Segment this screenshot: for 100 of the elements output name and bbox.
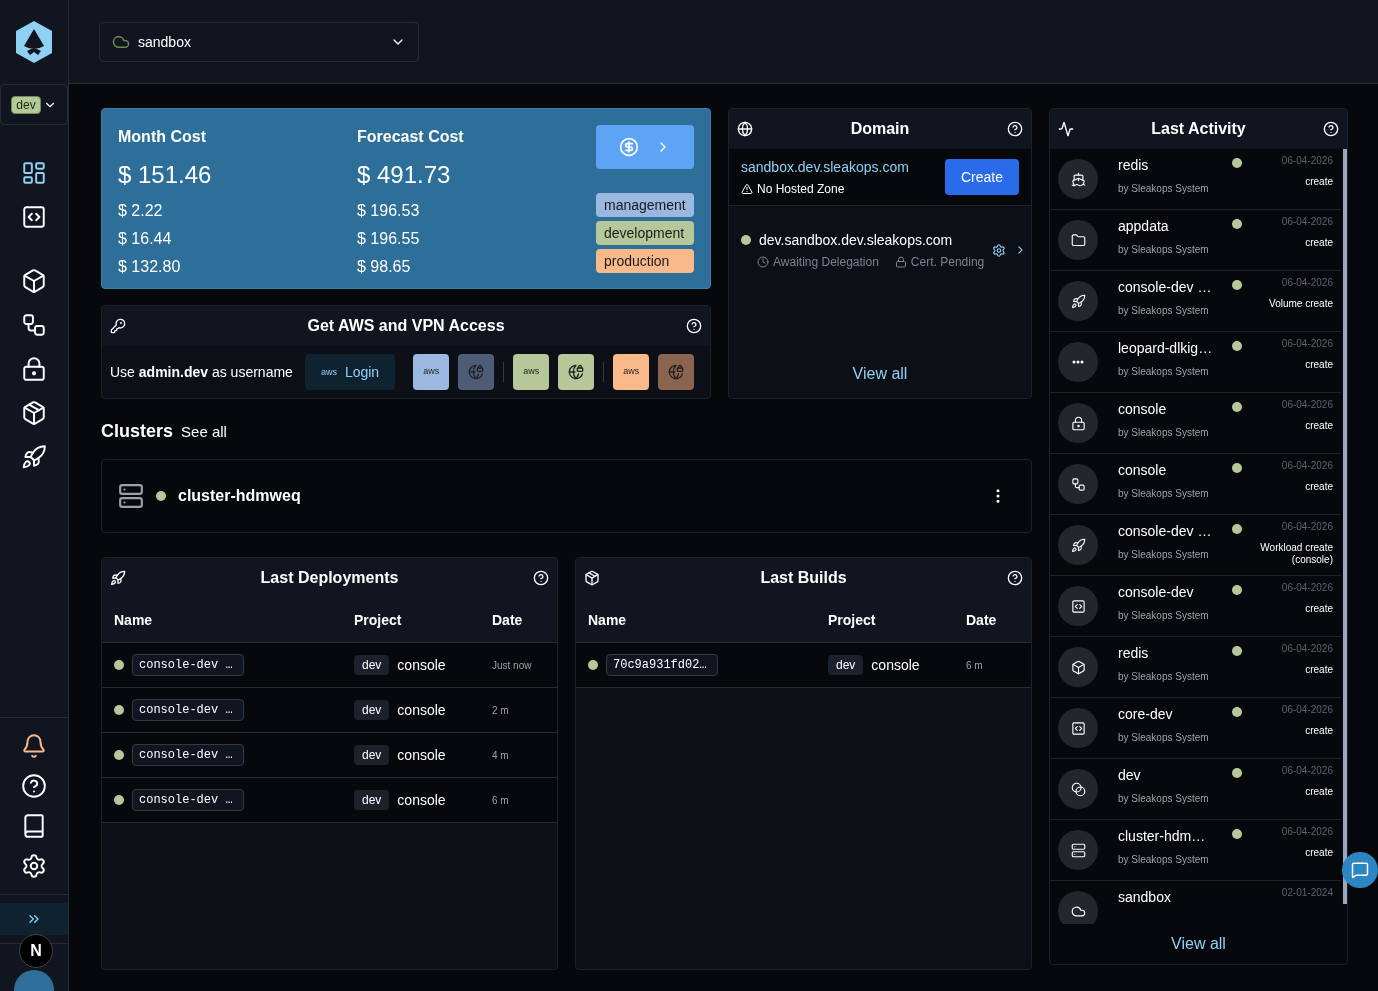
help-icon[interactable] — [1323, 121, 1339, 137]
activity-action: Volume create — [1269, 297, 1333, 310]
cost-label: Forecast Cost — [357, 127, 465, 147]
table-row[interactable]: console-dev … dev console 4 m — [102, 733, 557, 778]
warning-icon — [741, 183, 753, 195]
activity-item[interactable]: console-dev … by Sleakops System 06-04-2026 Volume create — [1050, 271, 1341, 332]
activity-item[interactable]: redis by Sleakops System 06-04-2026 create — [1050, 637, 1341, 698]
activity-date: 06-04-2026 — [1281, 765, 1333, 778]
activity-action: create — [1305, 663, 1333, 676]
activity-date: 06-04-2026 — [1281, 155, 1333, 168]
activity-author: by Sleakops System — [1118, 732, 1210, 745]
cost-value: $ 196.55 — [357, 229, 421, 249]
create-button[interactable]: Create — [944, 159, 1019, 195]
activity-item[interactable]: console-dev … by Sleakops System 06-04-2026 Workload create (console) — [1050, 515, 1341, 576]
panel-title: Last Activity — [1151, 119, 1246, 139]
activity-name: console — [1118, 461, 1168, 480]
activity-item[interactable]: console-dev by Sleakops System 06-04-2026 create — [1050, 576, 1341, 637]
rocket-icon — [110, 570, 126, 586]
rocket-icon — [1070, 293, 1086, 309]
cost-label: Month Cost — [118, 127, 207, 147]
table-row[interactable]: console-dev … dev console Just now — [102, 643, 557, 688]
view-all-link[interactable]: View all — [1171, 924, 1226, 964]
activity-item[interactable]: sandbox 02-01-2024 — [1050, 881, 1341, 924]
cloud-icon — [1070, 903, 1086, 919]
activity-item[interactable]: redis by Sleakops System 06-04-2026 create — [1050, 149, 1341, 210]
cluster-card[interactable]: cluster-hdmweq — [101, 459, 1032, 533]
dev-badge[interactable]: N — [19, 934, 53, 968]
activity-item[interactable]: console by Sleakops System 06-04-2026 create — [1050, 393, 1341, 454]
see-all-link[interactable]: See all — [181, 421, 227, 444]
column-header: Date — [966, 611, 998, 630]
activity-action: create — [1305, 236, 1333, 249]
activity-item[interactable]: dev by Sleakops System 06-04-2026 create — [1050, 759, 1341, 820]
cost-value: $ 2.22 — [118, 201, 164, 221]
activity-author: by Sleakops System — [1118, 305, 1210, 318]
activity-item[interactable]: leopard-dlkig… by Sleakops System 06-04-2026 create — [1050, 332, 1341, 393]
activity-item[interactable]: console by Sleakops System 06-04-2026 create — [1050, 454, 1341, 515]
activity-action: create — [1305, 480, 1333, 493]
cluster-name: cluster-hdmweq — [178, 486, 302, 506]
activity-author: by Sleakops System — [1118, 366, 1210, 379]
environment-tag: dev — [354, 790, 390, 810]
cost-total: $ 151.46 — [118, 160, 213, 190]
environment-tag: management — [596, 193, 694, 217]
environment-tag: dev — [354, 655, 390, 675]
activity-icon — [1058, 121, 1074, 137]
aws-console-button[interactable]: aws — [513, 354, 550, 390]
resource-name: 70c9a931fd02… — [606, 654, 718, 676]
cost-value: $ 132.80 — [118, 257, 182, 277]
project-name: console — [871, 656, 920, 675]
workflow-icon — [1070, 476, 1086, 492]
aws-console-button[interactable]: aws — [613, 354, 650, 390]
login-button[interactable]: aws Login — [304, 354, 396, 390]
help-icon[interactable] — [686, 318, 702, 334]
activity-name: console — [1118, 400, 1168, 419]
table-row[interactable]: 70c9a931fd02… dev console 6 m — [576, 643, 1031, 688]
environment-selector[interactable]: dev — [0, 84, 68, 125]
activity-name: core-dev — [1118, 705, 1174, 724]
settings-icon[interactable] — [992, 242, 1007, 258]
dashboard-icon — [21, 160, 47, 186]
activity-date: 06-04-2026 — [1281, 643, 1333, 656]
view-all-link[interactable]: View all — [852, 362, 908, 386]
help-icon[interactable] — [1007, 570, 1023, 586]
globe-icon — [737, 121, 753, 137]
activity-date: 06-04-2026 — [1281, 277, 1333, 290]
chat-button[interactable] — [1342, 852, 1378, 888]
column-header: Project — [828, 611, 877, 630]
package-icon — [584, 570, 600, 586]
help-icon[interactable] — [1007, 121, 1023, 137]
code-icon — [21, 204, 47, 230]
delegation-status: Awaiting Delegation — [773, 254, 879, 270]
cube-icon — [1070, 659, 1086, 675]
table-row[interactable]: console-dev … dev console 6 m — [102, 778, 557, 823]
environment-tag: dev — [354, 745, 390, 765]
activity-item[interactable]: core-dev by Sleakops System 06-04-2026 create — [1050, 698, 1341, 759]
account-selector[interactable]: sandbox — [99, 21, 419, 62]
activity-author: by Sleakops System — [1118, 610, 1210, 623]
key-icon — [110, 318, 126, 334]
domain-warning: No Hosted Zone — [757, 181, 845, 197]
section-title: Clusters — [101, 420, 174, 443]
column-header: Date — [492, 611, 524, 630]
activity-action: create — [1305, 846, 1333, 859]
resource-name: console-dev … — [132, 789, 244, 811]
help-icon — [21, 773, 47, 799]
activity-date: 06-04-2026 — [1281, 826, 1333, 839]
environment-tag: dev — [354, 700, 390, 720]
activity-item[interactable]: appdata by Sleakops System 06-04-2026 create — [1050, 210, 1341, 271]
activity-action: create — [1305, 419, 1333, 432]
folder-icon — [1070, 232, 1086, 248]
table-row[interactable]: console-dev … dev console 2 m — [102, 688, 557, 733]
domain-name[interactable]: sandbox.dev.sleakops.com — [741, 157, 909, 177]
server-icon — [118, 483, 144, 509]
server-icon — [1070, 842, 1086, 858]
activity-item[interactable]: cluster-hdm… by Sleakops System 06-04-2026 create — [1050, 820, 1341, 881]
helm-icon — [1070, 171, 1086, 187]
activity-author: by Sleakops System — [1118, 183, 1210, 196]
aws-console-button[interactable]: aws — [413, 354, 450, 390]
lock-icon — [894, 256, 907, 268]
activity-action: create — [1305, 175, 1333, 188]
date-text: 6 m — [492, 793, 510, 808]
vpn-button[interactable] — [558, 354, 595, 390]
help-icon[interactable] — [533, 570, 549, 586]
